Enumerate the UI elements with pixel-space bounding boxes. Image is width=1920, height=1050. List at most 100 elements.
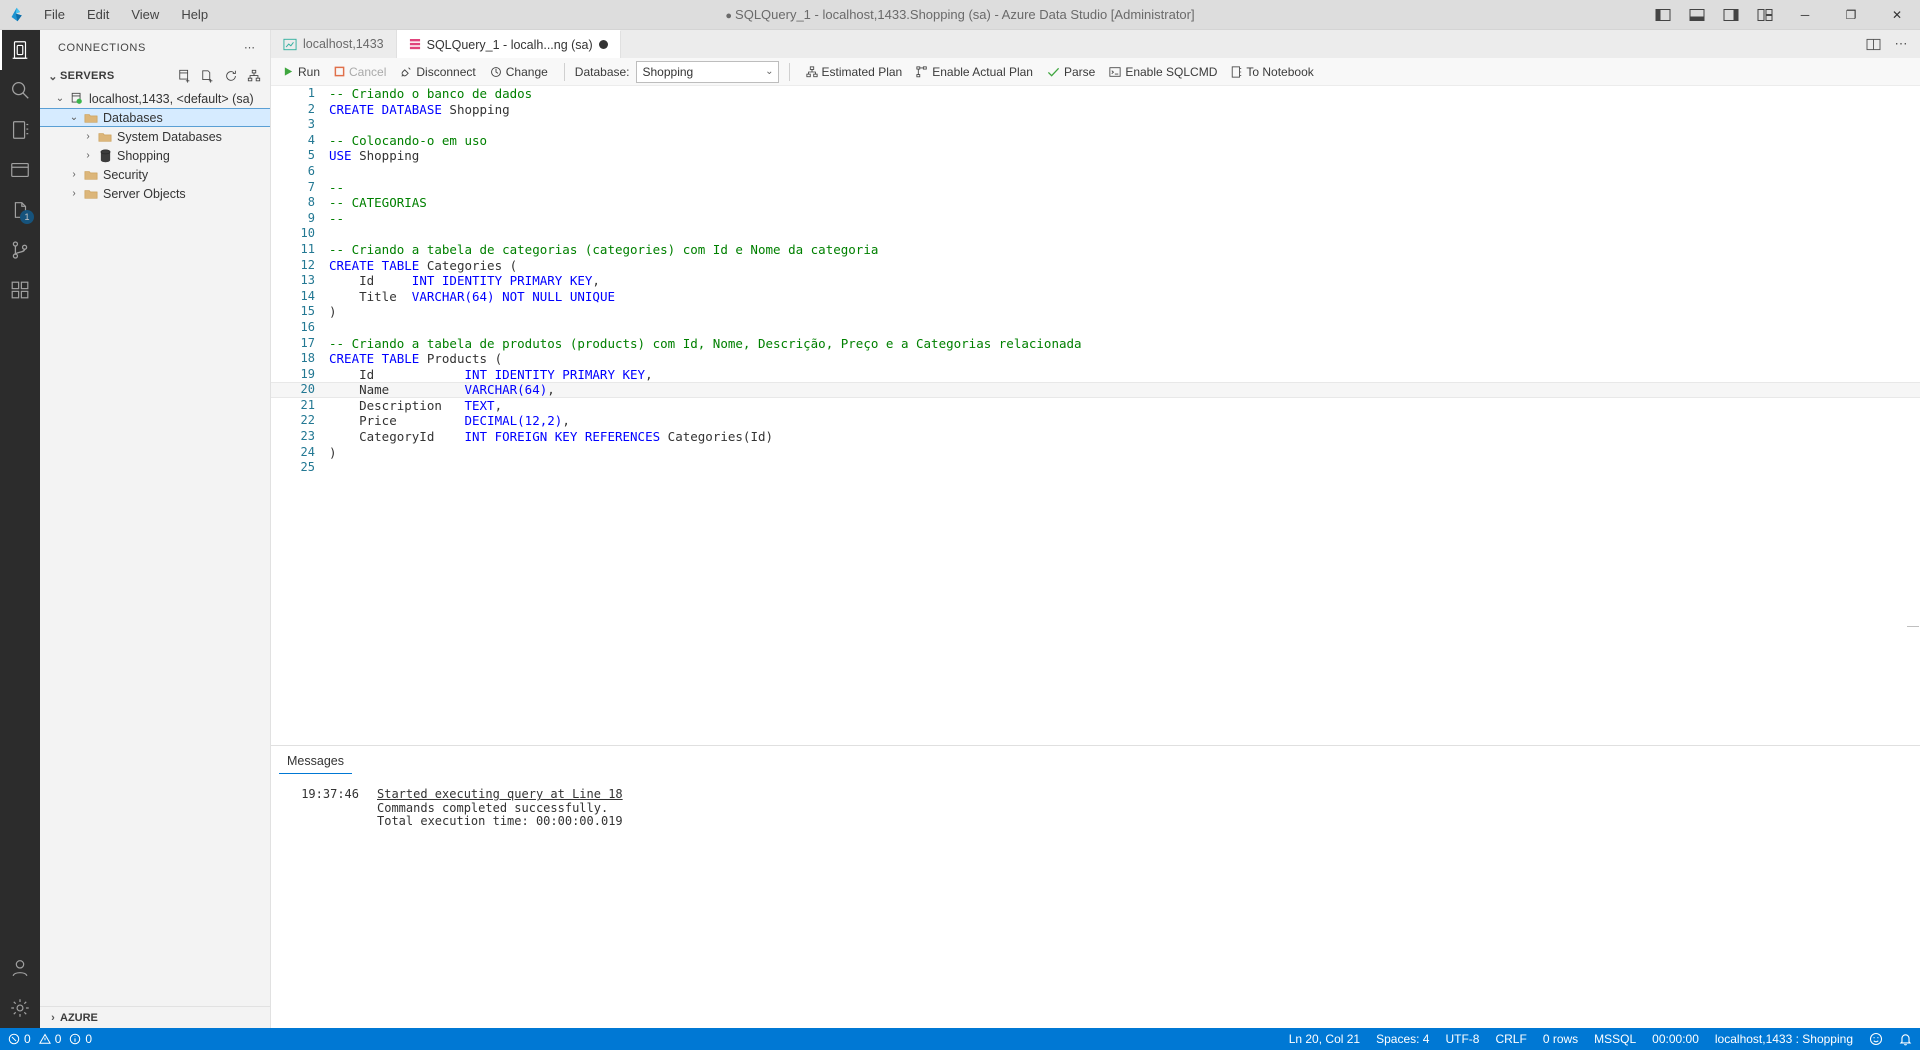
disconnect-button[interactable]: Disconnect (394, 63, 481, 81)
status-indentation[interactable]: Spaces: 4 (1368, 1028, 1437, 1050)
enable-actual-plan-button[interactable]: Enable Actual Plan (910, 63, 1039, 81)
tree-item-shopping-database[interactable]: › Shopping (40, 146, 270, 165)
status-problems[interactable]: 0 0 0 (0, 1028, 100, 1050)
query-toolbar[interactable]: Run Cancel Disconnect Change Database: S… (271, 58, 1920, 86)
editor-tabs[interactable]: localhost,1433 SQLQuery_1 - localh...ng … (271, 30, 1920, 58)
toggle-panel-icon[interactable] (1680, 0, 1714, 30)
code-line[interactable]: 21 Description TEXT, (271, 398, 1920, 414)
code-line[interactable]: 3 (271, 117, 1920, 133)
code-line[interactable]: 9 -- (271, 211, 1920, 227)
servers-section-actions[interactable] (175, 66, 264, 86)
activity-item-git[interactable] (0, 230, 40, 270)
servers-section-header[interactable]: ⌄ SERVERS (40, 65, 270, 87)
code-line[interactable]: 14 Title VARCHAR(64) NOT NULL UNIQUE (271, 289, 1920, 305)
menu-item-file[interactable]: File (34, 4, 75, 25)
code-line[interactable]: 17 -- Criando a tabela de produtos (produ… (271, 336, 1920, 352)
run-query-button[interactable]: Run (277, 63, 326, 81)
code-line[interactable]: 5 USE Shopping (271, 148, 1920, 164)
code-line[interactable]: 16 (271, 320, 1920, 336)
activity-bar[interactable]: 1 (0, 30, 40, 1028)
menu-item-view[interactable]: View (121, 4, 169, 25)
code-line[interactable]: 1 -- Criando o banco de dados (271, 86, 1920, 102)
more-actions-icon[interactable]: ⋯ (1888, 30, 1914, 58)
view-as-tree-icon[interactable] (244, 66, 264, 86)
sidebar-more-icon[interactable]: ⋯ (238, 41, 262, 54)
code-line[interactable]: 4 -- Colocando-o em uso (271, 133, 1920, 149)
code-line[interactable]: 22 Price DECIMAL(12,2), (271, 413, 1920, 429)
activity-item-explorer[interactable] (0, 150, 40, 190)
code-line[interactable]: 25 (271, 460, 1920, 476)
code-line[interactable]: 15) (271, 304, 1920, 320)
maximize-button[interactable]: ❐ (1828, 0, 1874, 30)
close-button[interactable]: ✕ (1874, 0, 1920, 30)
new-connection-icon[interactable] (175, 66, 195, 86)
menu-bar[interactable]: File Edit View Help (34, 4, 218, 25)
tab-dirty-indicator[interactable] (598, 40, 608, 49)
status-connection[interactable]: localhost,1433 : Shopping (1707, 1028, 1861, 1050)
customize-layout-icon[interactable] (1748, 0, 1782, 30)
toggle-sidebar-icon[interactable] (1646, 0, 1680, 30)
to-notebook-button[interactable]: To Notebook (1225, 63, 1319, 81)
code-line[interactable]: 6 (271, 164, 1920, 180)
code-line[interactable]: 18 CREATE TABLE Products ( (271, 351, 1920, 367)
enable-sqlcmd-button[interactable]: Enable SQLCMD (1103, 63, 1223, 81)
tree-item-system-databases[interactable]: › System Databases (40, 127, 270, 146)
menu-item-help[interactable]: Help (171, 4, 218, 25)
twisty-icon[interactable]: ⌄ (66, 112, 82, 123)
code-line[interactable]: 23 CategoryId INT FOREIGN KEY REFERENCES… (271, 429, 1920, 445)
status-bar[interactable]: 0 0 0 Ln 20, Col 21 Spaces: 4 UTF-8 CRLF… (0, 1028, 1920, 1050)
title-bar-actions[interactable]: ─ ❐ ✕ (1646, 0, 1920, 30)
menu-item-edit[interactable]: Edit (77, 4, 119, 25)
code-line[interactable]: 7 -- (271, 180, 1920, 196)
tab-localhost-dashboard[interactable]: localhost,1433 (271, 30, 397, 58)
new-server-group-icon[interactable] (198, 66, 218, 86)
code-line[interactable]: 12 CREATE TABLE Categories ( (271, 258, 1920, 274)
status-rows[interactable]: 0 rows (1535, 1028, 1586, 1050)
code-line[interactable]: 20 Name VARCHAR(64), (271, 382, 1920, 398)
toggle-right-sidebar-icon[interactable] (1714, 0, 1748, 30)
database-select[interactable]: Shopping ⌄ (635, 60, 779, 83)
twisty-icon[interactable]: › (80, 131, 96, 142)
activity-item-extensions[interactable] (0, 270, 40, 310)
twisty-icon[interactable]: › (66, 188, 82, 199)
status-cursor-position[interactable]: Ln 20, Col 21 (1281, 1028, 1368, 1050)
code-line[interactable]: 8 -- CATEGORIAS (271, 195, 1920, 211)
code-line[interactable]: 2 CREATE DATABASE Shopping (271, 102, 1920, 118)
tree-item-server[interactable]: ⌄ localhost,1433, <default> (sa) (40, 89, 270, 108)
tree-item-security[interactable]: › Security (40, 165, 270, 184)
code-line[interactable]: 11 -- Criando a tabela de categorias (cat… (271, 242, 1920, 258)
status-bar-right[interactable]: Ln 20, Col 21 Spaces: 4 UTF-8 CRLF 0 row… (1281, 1028, 1920, 1050)
status-encoding[interactable]: UTF-8 (1437, 1028, 1487, 1050)
cancel-query-button[interactable]: Cancel (328, 63, 392, 81)
status-notifications-bell-icon[interactable] (1891, 1028, 1920, 1050)
activity-item-notebooks[interactable] (0, 110, 40, 150)
message-link[interactable]: Started executing query at Line 18 (377, 787, 1920, 802)
tree-item-databases[interactable]: ⌄ Databases (40, 108, 270, 127)
tree-item-server-objects[interactable]: › Server Objects (40, 184, 270, 203)
parse-button[interactable]: Parse (1041, 63, 1101, 81)
azure-section-header[interactable]: › AZURE (40, 1006, 270, 1028)
status-language-mode[interactable]: MSSQL (1586, 1028, 1644, 1050)
twisty-icon[interactable]: ⌄ (52, 93, 68, 104)
twisty-icon[interactable]: › (80, 150, 96, 161)
twisty-icon[interactable]: › (66, 169, 82, 180)
editor-scrollbar-thumb[interactable] (1907, 625, 1919, 627)
tab-sqlquery-1[interactable]: SQLQuery_1 - localh...ng (sa) (396, 30, 621, 58)
estimated-plan-button[interactable]: Estimated Plan (800, 63, 909, 81)
split-editor-icon[interactable] (1860, 30, 1886, 58)
minimize-button[interactable]: ─ (1782, 0, 1828, 30)
activity-item-servers[interactable] (0, 30, 40, 70)
refresh-icon[interactable] (221, 66, 241, 86)
activity-item-search[interactable] (0, 70, 40, 110)
tab-messages[interactable]: Messages (279, 750, 352, 774)
activity-item-source-control[interactable]: 1 (0, 190, 40, 230)
code-editor[interactable]: 1 -- Criando o banco de dados 2 CREATE DATA… (271, 86, 1920, 1028)
code-scroll-area[interactable]: 1 -- Criando o banco de dados 2 CREATE DATA… (271, 86, 1920, 745)
activity-item-accounts[interactable] (0, 948, 40, 988)
activity-item-settings[interactable] (0, 988, 40, 1028)
code-lines[interactable]: 1 -- Criando o banco de dados 2 CREATE DATA… (271, 86, 1920, 476)
change-connection-button[interactable]: Change (484, 63, 554, 81)
code-line[interactable]: 24) (271, 445, 1920, 461)
code-line[interactable]: 13 Id INT IDENTITY PRIMARY KEY, (271, 273, 1920, 289)
status-eol[interactable]: CRLF (1487, 1028, 1534, 1050)
